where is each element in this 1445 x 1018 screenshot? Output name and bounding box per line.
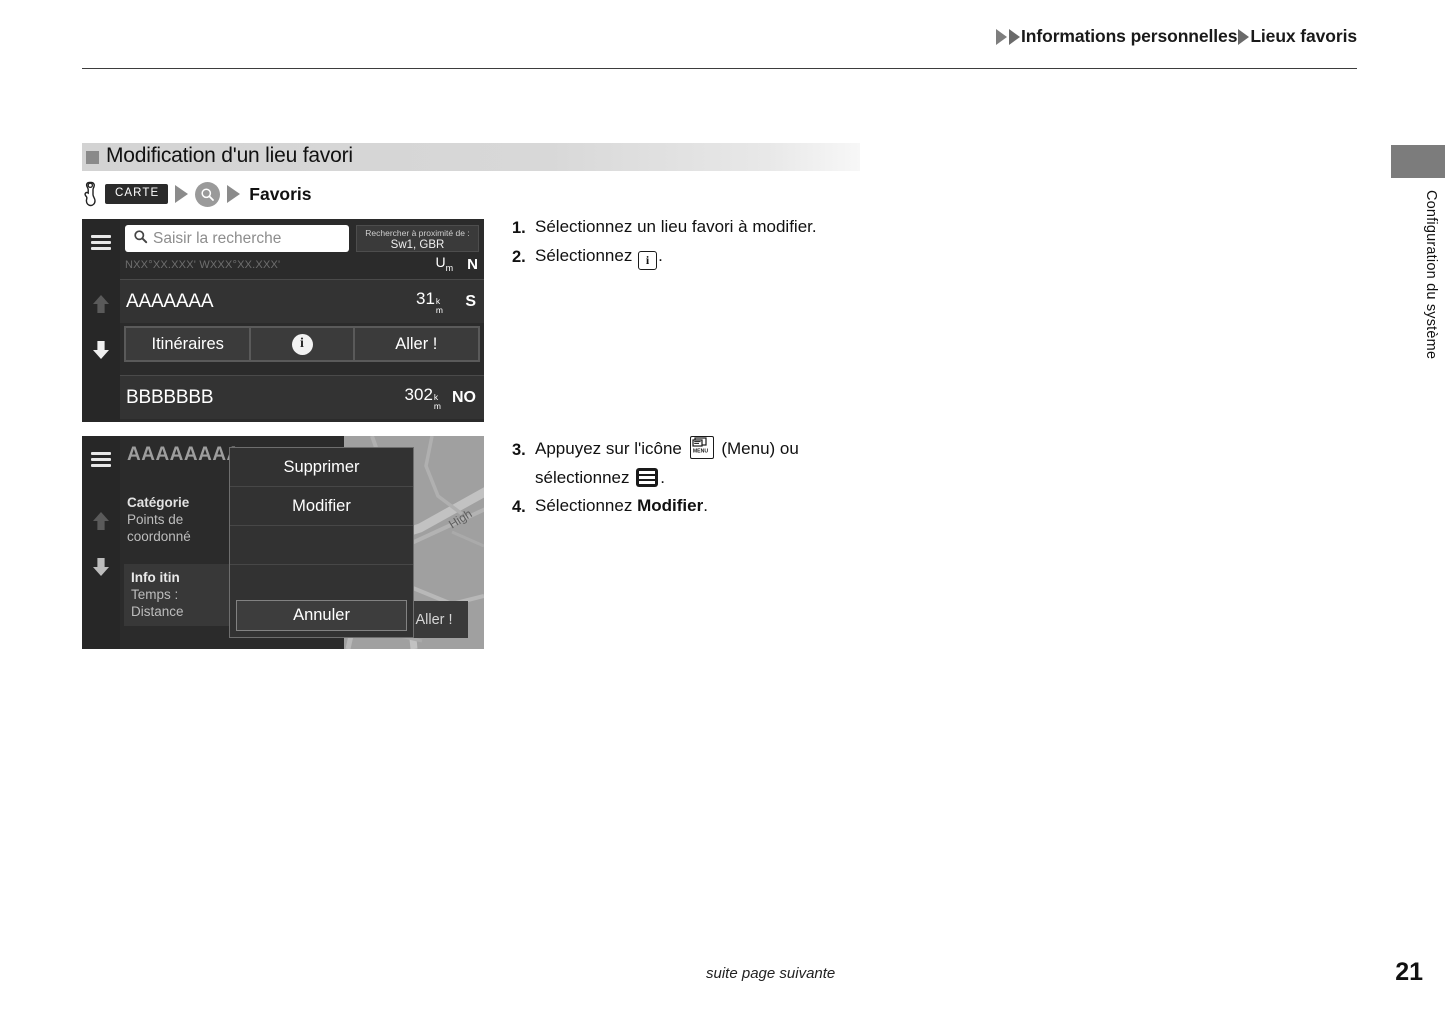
step-number-spacer (512, 465, 535, 466)
search-near-selector[interactable]: Rechercher à proximité de : Sw1, GBR (356, 225, 479, 252)
coordinates-text: NXX°XX.XXX' WXXX°XX.XXX' (125, 259, 281, 271)
arrow-up-icon[interactable] (90, 509, 112, 533)
arrow-down-icon[interactable] (90, 338, 112, 362)
list-item-name: AAAAAAA (126, 290, 214, 312)
menu-item-supprimer[interactable]: Supprimer (230, 448, 413, 487)
info-button[interactable]: i (251, 328, 353, 360)
instruction-steps-group-2: 3. Appuyez sur l'icône MENU (Menu) ou sé… (512, 436, 799, 522)
arrow-down-icon[interactable] (90, 555, 112, 579)
hamburger-menu-icon[interactable] (91, 235, 111, 250)
heading-indicator: N (467, 255, 478, 273)
instruction-step: 2. Sélectionnez i. (512, 243, 817, 270)
step-text-part: . (658, 246, 663, 265)
breadcrumb-item-informations-personnelles: Informations personnelles (1021, 26, 1238, 46)
continuation-note: suite page suivante (706, 965, 836, 982)
triangle-right-icon (227, 185, 241, 203)
place-category-line2: coordonné (127, 529, 191, 544)
navigation-path: CARTE Favoris (82, 180, 312, 208)
step-text-part: sélectionnez (535, 468, 635, 487)
search-near-value: Sw1, GBR (390, 239, 445, 251)
instruction-step-continuation: sélectionnez . (512, 465, 799, 491)
arrow-up-icon[interactable] (90, 292, 112, 316)
step-text-part: Sélectionnez (535, 246, 638, 265)
square-bullet-icon (86, 151, 99, 164)
triangle-right-icon (1009, 28, 1021, 45)
triangle-right-icon (996, 28, 1008, 45)
menu-hardware-icon: MENU (689, 436, 714, 459)
chip-carte-button[interactable]: CARTE (105, 184, 169, 204)
info-square-icon: i (638, 250, 658, 270)
step-text: Sélectionnez i. (535, 243, 817, 270)
distance-unit-label: Um (435, 254, 454, 273)
list-item-distance: 302 k m (404, 385, 441, 411)
step-text-emphasis: Modifier (637, 496, 704, 515)
list-item-distance: 31 k m (415, 289, 443, 315)
search-near-label: Rechercher à proximité de : (365, 228, 470, 238)
device-content: Saisir la recherche Rechercher à proximi… (120, 219, 484, 422)
list-item-name: BBBBBBB (126, 386, 214, 408)
step-number: 4. (512, 498, 526, 516)
menu-item-empty (230, 526, 413, 565)
step-text-part: Appuyez sur l'icône (535, 439, 687, 458)
place-category-label: Catégorie (127, 495, 190, 510)
device-content: High Aller ! AAAAAAAA Catégorie Points d… (120, 436, 484, 649)
triangle-right-icon (175, 185, 189, 203)
step-text-part: (Menu) ou (716, 439, 799, 458)
instruction-step: 4. Sélectionnez Modifier. (512, 493, 799, 520)
device-sidebar (82, 219, 120, 422)
header-divider (82, 68, 1357, 69)
magnifier-icon[interactable] (195, 181, 221, 207)
step-text: sélectionnez . (535, 465, 799, 491)
info-circle-icon: i (291, 333, 313, 355)
context-menu-dialog: Supprimer Modifier Annuler (229, 447, 414, 638)
path-destination-favoris: Favoris (249, 183, 312, 204)
page-number: 21 (1395, 958, 1423, 986)
instruction-step: 1. Sélectionnez un lieu favori à modifie… (512, 214, 817, 241)
routes-button[interactable]: Itinéraires (126, 328, 250, 360)
list-item[interactable]: BBBBBBB 302 k m NO (120, 376, 484, 419)
step-number: 1. (512, 219, 526, 237)
search-input-placeholder: Saisir la recherche (153, 229, 282, 247)
page-title: Modification d'un lieu favori (106, 144, 353, 167)
search-input[interactable]: Saisir la recherche (125, 225, 349, 252)
hamburger-menu-icon[interactable] (91, 452, 111, 467)
step-text-part: Sélectionnez (535, 496, 638, 515)
step-text-part: . (703, 496, 708, 515)
place-detail-title: AAAAAAAA (127, 444, 241, 465)
hand-pointer-icon (82, 181, 98, 207)
go-button[interactable]: Aller ! (354, 328, 478, 360)
breadcrumb: Informations personnelles Lieux favoris (995, 26, 1357, 47)
step-number: 3. (512, 441, 526, 459)
place-category-block: Catégorie Points de coordonné (127, 494, 191, 545)
device-screenshot-edit-dialog: High Aller ! AAAAAAAA Catégorie Points d… (82, 436, 484, 649)
hamburger-menu-icon (636, 468, 659, 487)
svg-text:MENU: MENU (692, 448, 708, 454)
list-item-direction: S (465, 292, 476, 310)
triangle-right-icon (1238, 28, 1250, 45)
step-text: Sélectionnez un lieu favori à modifier. (535, 217, 817, 236)
instruction-steps-group-1: 1. Sélectionnez un lieu favori à modifie… (512, 214, 817, 272)
units-indicator: Um N (436, 254, 478, 273)
side-tab-marker (1391, 145, 1445, 178)
device-sidebar (82, 436, 120, 649)
action-buttons-strip: Itinéraires i Aller ! (124, 326, 480, 362)
side-tab-label: Configuration du système (1423, 190, 1439, 360)
step-number: 2. (512, 248, 526, 266)
device-screenshot-favorites-list: Saisir la recherche Rechercher à proximi… (82, 219, 484, 422)
list-item[interactable]: AAAAAAA 31 k m S (120, 280, 484, 323)
list-item-direction: NO (452, 388, 476, 406)
step-text: Sélectionnez Modifier. (535, 493, 799, 519)
menu-item-modifier[interactable]: Modifier (230, 487, 413, 526)
step-text-part: . (660, 468, 665, 487)
step-text: Appuyez sur l'icône MENU (Menu) ou (535, 436, 799, 462)
place-category-line1: Points de (127, 512, 184, 527)
magnifier-icon (133, 229, 148, 249)
breadcrumb-item-lieux-favoris: Lieux favoris (1250, 26, 1357, 46)
instruction-step: 3. Appuyez sur l'icône MENU (Menu) ou (512, 436, 799, 463)
cancel-button[interactable]: Annuler (236, 600, 407, 631)
